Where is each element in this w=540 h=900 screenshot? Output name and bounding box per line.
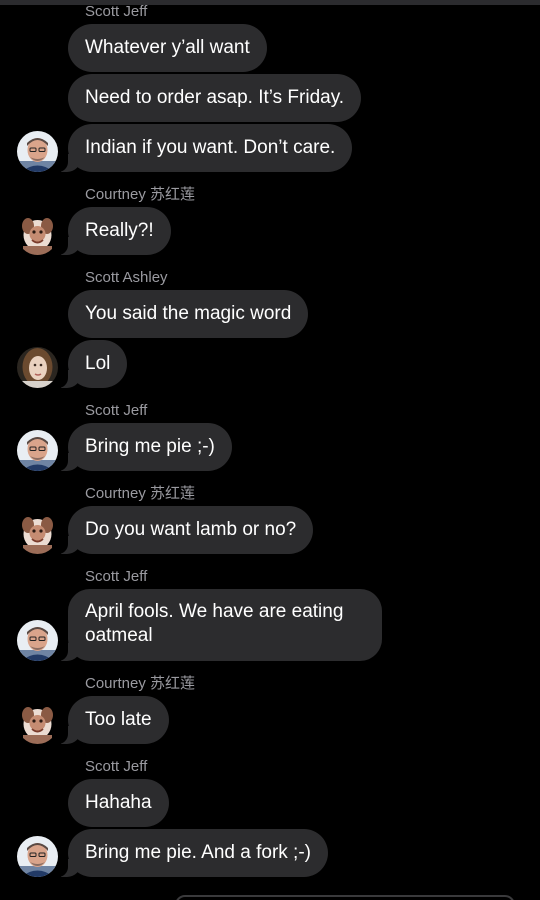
message-bubble[interactable]: Bring me pie. And a fork ;-) xyxy=(56,829,328,877)
message-bubble[interactable]: Too late xyxy=(56,696,169,744)
message-text: Bring me pie ;-) xyxy=(85,436,215,457)
jeff-avatar-image xyxy=(17,836,58,877)
message-text: Hahaha xyxy=(85,792,152,813)
message-bubble[interactable]: Bring me pie ;-) xyxy=(56,423,232,471)
message-input[interactable] xyxy=(175,895,515,900)
message-text: Indian if you want. Don’t care. xyxy=(85,137,336,158)
message-text: Need to order asap. It’s Friday. xyxy=(85,87,345,108)
message-text-line: April fools. We have are eating xyxy=(85,601,344,622)
message-text: Whatever y’all want xyxy=(85,37,250,58)
jeff-avatar[interactable] xyxy=(17,131,58,172)
sender-name: Scott Jeff xyxy=(85,402,148,419)
message-bubble[interactable]: Indian if you want. Don’t care. xyxy=(55,124,353,172)
message-bubble[interactable]: Lol xyxy=(55,340,128,388)
message-text: You said the magic word xyxy=(85,303,292,324)
jeff-avatar-image xyxy=(17,620,58,661)
message-bubble[interactable]: Hahaha xyxy=(68,779,169,827)
courtney-avatar[interactable] xyxy=(17,214,58,255)
sender-name: Scott Jeff xyxy=(85,3,148,20)
message-bubble[interactable]: You said the magic word xyxy=(68,290,309,338)
message-text: Bring me pie. And a fork ;-) xyxy=(85,842,311,863)
jeff-avatar-image xyxy=(17,430,58,471)
message-bubble[interactable]: Whatever y’all want xyxy=(68,24,267,72)
sender-name: Courtney 苏红莲 xyxy=(85,675,196,692)
sender-name: Scott Jeff xyxy=(85,758,148,775)
message-bubble[interactable]: Need to order asap. It’s Friday. xyxy=(68,74,362,122)
top-edge xyxy=(0,0,540,5)
message-text: Really?! xyxy=(85,220,154,241)
courtney-avatar-image xyxy=(17,703,58,744)
courtney-avatar-image xyxy=(17,513,58,554)
courtney-avatar[interactable] xyxy=(17,703,58,744)
sender-name: Scott Jeff xyxy=(85,568,148,585)
message-bubble[interactable]: April fools. We have are eating oatmeal xyxy=(56,589,382,661)
sender-name: Courtney 苏红莲 xyxy=(85,186,196,203)
sender-name: Scott Ashley xyxy=(85,269,168,286)
jeff-avatar[interactable] xyxy=(17,430,58,471)
jeff-avatar[interactable] xyxy=(17,836,58,877)
ashley-avatar-image xyxy=(17,347,58,388)
message-bubble[interactable]: Really?! xyxy=(56,207,171,255)
ashley-avatar[interactable] xyxy=(17,347,58,388)
message-text: Do you want lamb or no? xyxy=(85,519,297,540)
courtney-avatar[interactable] xyxy=(17,513,58,554)
message-bubble[interactable]: Do you want lamb or no? xyxy=(55,506,314,554)
courtney-avatar-image xyxy=(17,214,58,255)
jeff-avatar-image xyxy=(17,131,58,172)
sender-name: Courtney 苏红莲 xyxy=(85,485,196,502)
jeff-avatar[interactable] xyxy=(17,620,58,661)
message-text: Lol xyxy=(85,353,111,374)
message-text-line: oatmeal xyxy=(85,625,153,646)
message-text: Too late xyxy=(85,709,152,730)
